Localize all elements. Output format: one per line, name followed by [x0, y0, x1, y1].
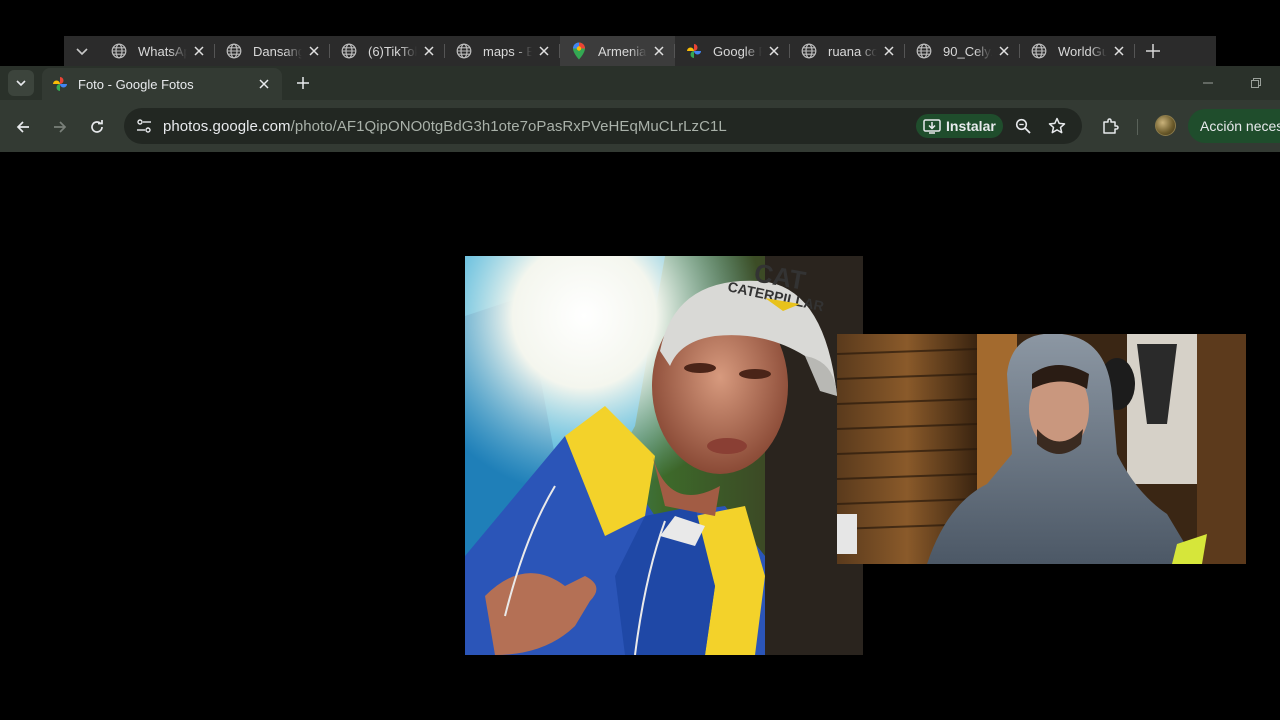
- close-icon[interactable]: [306, 43, 322, 59]
- tab-search-button[interactable]: [8, 70, 34, 96]
- tab-title: Foto - Google Fotos: [78, 76, 194, 92]
- bookmark-button[interactable]: [1046, 115, 1068, 137]
- background-tab[interactable]: (6)TikTok: [330, 36, 445, 66]
- arrow-left-icon: [16, 121, 29, 133]
- background-tab[interactable]: ruana co: [790, 36, 905, 66]
- background-tab-strip: WhatsAp Dansang (6)TikTok maps - B Armenia, G…: [64, 36, 1171, 66]
- close-icon[interactable]: [256, 76, 272, 92]
- globe-icon: [1030, 42, 1048, 60]
- webcam-overlay: [837, 334, 1246, 564]
- tab-title: maps - B: [483, 43, 532, 59]
- chevron-down-icon: [16, 80, 26, 87]
- tab-title: WorldGu: [1058, 43, 1107, 59]
- plus-icon: [297, 77, 309, 89]
- globe-icon: [340, 42, 358, 60]
- restore-icon: [1251, 78, 1261, 88]
- background-tab[interactable]: WhatsAp: [100, 36, 215, 66]
- action-required-label: Acción necesaria: [1200, 118, 1280, 134]
- globe-icon: [110, 42, 128, 60]
- tab-title: Dansang: [253, 43, 302, 59]
- background-tab[interactable]: WorldGu: [1020, 36, 1135, 66]
- url-host: photos.google.com: [163, 117, 291, 135]
- tab-title: (6)TikTok: [368, 43, 417, 59]
- chevron-down-icon: [76, 48, 88, 56]
- url-text[interactable]: photos.google.com/photo/AF1QipONO0tgBdG3…: [163, 118, 727, 135]
- new-tab-button[interactable]: [1135, 36, 1171, 66]
- globe-icon: [225, 42, 243, 60]
- tab-title: Armenia,: [598, 43, 647, 59]
- install-app-button[interactable]: Instalar: [916, 114, 1003, 138]
- tab-strip: Foto - Google Fotos: [0, 66, 1280, 100]
- address-bar[interactable]: photos.google.com/photo/AF1QipONO0tgBdG3…: [124, 108, 1082, 144]
- background-tab[interactable]: Armenia,: [560, 36, 675, 66]
- plus-icon: [1146, 44, 1160, 58]
- background-browser-window: WhatsAp Dansang (6)TikTok maps - B Armenia, G…: [64, 36, 1216, 66]
- tab-search-button[interactable]: [64, 36, 100, 66]
- arrow-right-icon: [54, 121, 67, 133]
- toolbar-divider: [1137, 119, 1138, 135]
- reload-icon: [91, 120, 103, 133]
- globe-icon: [455, 42, 473, 60]
- photo-image: CAT CATERPILLAR: [465, 256, 863, 655]
- globe-icon: [915, 42, 933, 60]
- tab-title: Google F: [713, 43, 762, 59]
- browser-window: Foto - Google Fotos photos.google.com/ph…: [0, 66, 1280, 152]
- displayed-photo[interactable]: CAT CATERPILLAR: [465, 256, 863, 655]
- minimize-icon: [1203, 82, 1213, 84]
- tab-google-fotos[interactable]: Foto - Google Fotos: [42, 68, 282, 100]
- extensions-button[interactable]: [1098, 114, 1122, 138]
- close-icon[interactable]: [766, 43, 782, 59]
- zoom-button[interactable]: [1012, 115, 1034, 137]
- webcam-image: [837, 334, 1246, 564]
- browser-toolbar: photos.google.com/photo/AF1QipONO0tgBdG3…: [0, 100, 1280, 152]
- install-icon: [923, 117, 941, 135]
- action-required-button[interactable]: Acción necesaria: [1188, 109, 1280, 143]
- close-icon[interactable]: [191, 43, 207, 59]
- maps-pin-icon: [570, 42, 588, 60]
- background-tab[interactable]: 90_Cely.j: [905, 36, 1020, 66]
- close-icon[interactable]: [1111, 43, 1127, 59]
- reload-button[interactable]: [84, 114, 110, 140]
- google-photos-icon: [52, 76, 68, 92]
- globe-icon: [800, 42, 818, 60]
- pinwheel-icon: [685, 42, 703, 60]
- url-path: /photo/AF1QipONO0tgBdG3h1ote7oPasRxPVeHE…: [290, 117, 727, 135]
- background-tab[interactable]: Google F: [675, 36, 790, 66]
- install-label: Instalar: [946, 118, 996, 134]
- close-icon[interactable]: [536, 43, 552, 59]
- close-icon[interactable]: [881, 43, 897, 59]
- puzzle-icon: [1103, 118, 1119, 134]
- minimize-button[interactable]: [1188, 72, 1228, 94]
- site-settings-icon[interactable]: [132, 114, 156, 138]
- tab-title: ruana co: [828, 43, 877, 59]
- new-tab-button[interactable]: [290, 71, 316, 95]
- star-icon: [1048, 117, 1066, 134]
- background-tab[interactable]: maps - B: [445, 36, 560, 66]
- restore-button[interactable]: [1236, 72, 1276, 94]
- tab-title: 90_Cely.j: [943, 43, 992, 59]
- zoom-icon: [1015, 118, 1031, 134]
- photo-viewer: CAT CATERPILLAR: [0, 152, 1280, 720]
- profile-avatar[interactable]: [1155, 115, 1176, 136]
- close-icon[interactable]: [421, 43, 437, 59]
- background-tab[interactable]: Dansang: [215, 36, 330, 66]
- close-icon[interactable]: [651, 43, 667, 59]
- forward-button[interactable]: [47, 114, 73, 140]
- tab-title: WhatsAp: [138, 43, 187, 59]
- back-button[interactable]: [10, 114, 36, 140]
- close-icon[interactable]: [996, 43, 1012, 59]
